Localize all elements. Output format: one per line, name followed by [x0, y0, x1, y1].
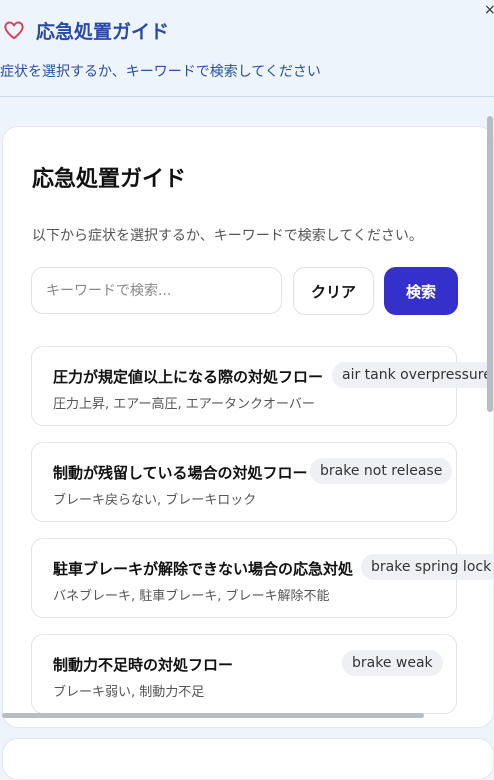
guide-item-tag: brake not release: [310, 458, 453, 484]
guide-item-keywords: 圧力上昇, エアー高圧, エアータンクオーバー: [53, 397, 315, 412]
guide-item-title: 圧力が規定値以上になる際の対処フロー: [53, 368, 324, 386]
app-title: 応急処置ガイド: [36, 21, 170, 43]
guide-item[interactable]: 圧力が規定値以上になる際の対処フロー air tank overpressure…: [31, 346, 493, 426]
panel-title: 応急処置ガイド: [32, 167, 187, 192]
guide-item-tag: brake weak: [342, 650, 443, 676]
clear-button[interactable]: クリア: [293, 267, 374, 315]
app-header: 応急処置ガイド 症状を選択するか、キーワードで検索してください ×: [0, 0, 494, 97]
guide-item-tag: air tank overpressure: [332, 362, 493, 388]
guide-item-tag: brake spring lock: [361, 554, 493, 580]
guide-panel: 応急処置ガイド 以下から症状を選択するか、キーワードで検索してください。 クリア…: [2, 126, 494, 728]
heart-icon: [3, 20, 25, 44]
vertical-scrollbar[interactable]: [487, 116, 493, 412]
panel-description: 以下から症状を選択するか、キーワードで検索してください。: [32, 228, 423, 244]
guide-item-title: 制動が残留している場合の対処フロー: [53, 464, 308, 482]
close-icon[interactable]: ×: [484, 2, 494, 18]
guide-item-keywords: ブレーキ弱い, 制動力不足: [53, 685, 205, 700]
guide-item[interactable]: 駐車ブレーキが解除できない場合の応急対処 brake spring lock バ…: [31, 538, 493, 618]
guide-item-title: 制動力不足時の対処フロー: [53, 656, 234, 674]
guide-item-title: 駐車ブレーキが解除できない場合の応急対処: [53, 560, 354, 578]
guide-item-keywords: ブレーキ戻らない, ブレーキロック: [53, 493, 257, 508]
guide-item[interactable]: 制動力不足時の対処フロー brake weak ブレーキ弱い, 制動力不足: [31, 634, 457, 714]
horizontal-scrollbar[interactable]: [2, 713, 424, 718]
search-button[interactable]: 検索: [384, 267, 458, 315]
app-subtitle: 症状を選択するか、キーワードで検索してください: [0, 64, 321, 80]
search-input[interactable]: [31, 267, 282, 314]
guide-item[interactable]: 制動が残留している場合の対処フロー brake not release ブレーキ…: [31, 442, 457, 522]
guide-item-keywords: バネブレーキ, 駐車ブレーキ, ブレーキ解除不能: [53, 589, 330, 604]
next-panel: [2, 738, 494, 780]
